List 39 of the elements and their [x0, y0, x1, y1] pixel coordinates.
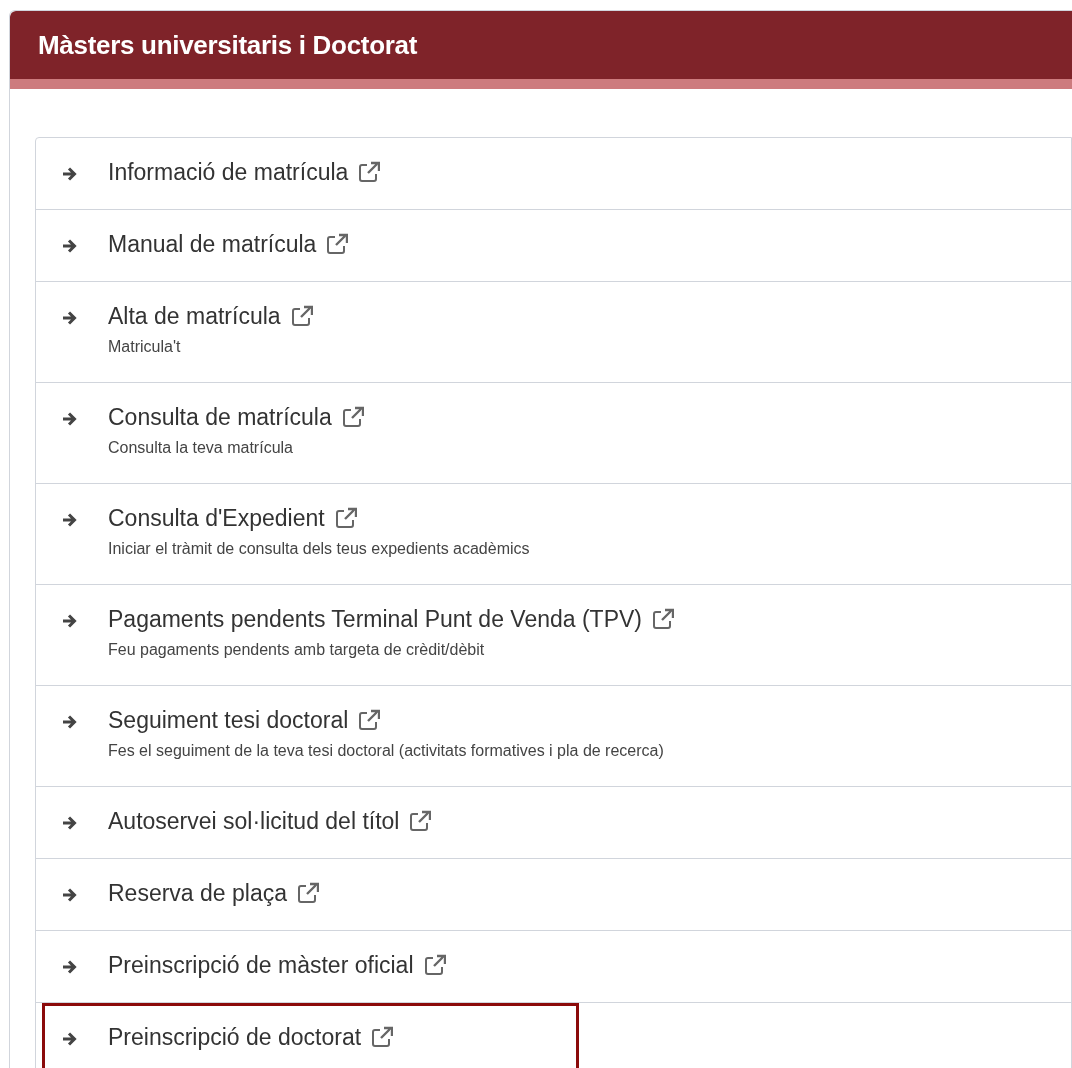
link-title[interactable]: Seguiment tesi doctoral	[108, 702, 349, 738]
external-link-icon	[326, 233, 349, 255]
arrow-right-icon	[61, 959, 79, 975]
arrow-right-icon	[61, 166, 79, 182]
external-link-icon	[409, 810, 432, 832]
external-link-icon	[371, 1026, 394, 1048]
arrow-right-icon	[61, 1031, 79, 1047]
external-link-icon	[334, 507, 357, 529]
panel-title: Màsters universitaris i Doctorat	[38, 28, 418, 62]
link-title[interactable]: Consulta de matrícula	[108, 399, 332, 435]
arrow-right-icon	[61, 411, 79, 427]
external-link-icon	[341, 406, 364, 428]
link-description: Feu pagaments pendents amb targeta de crèdit/dèbit	[108, 640, 486, 660]
link-description: Matricula't	[108, 337, 182, 357]
link-title[interactable]: Autoservei sol·licitud del títol	[108, 803, 400, 839]
external-link-icon	[423, 954, 446, 976]
external-link-icon	[358, 161, 381, 183]
arrow-right-icon	[61, 238, 79, 254]
arrow-right-icon	[61, 512, 79, 528]
link-title[interactable]: Informació de matrícula	[108, 154, 349, 190]
link-title[interactable]: Pagaments pendents Terminal Punt de Venda (TPV)	[108, 601, 642, 637]
link-title[interactable]: Consulta d'Expedient	[108, 500, 325, 536]
link-title[interactable]: Preinscripció de doctorat	[108, 1019, 362, 1055]
link-description: Consulta la teva matrícula	[108, 438, 294, 458]
external-link-icon	[652, 608, 674, 630]
external-link-icon	[358, 709, 381, 731]
arrow-right-icon	[61, 887, 79, 903]
external-link-icon	[290, 305, 313, 327]
external-link-icon	[297, 882, 319, 904]
link-description: Iniciar el tràmit de consulta dels teus expedients acadèmics	[108, 539, 530, 559]
link-description: Fes el seguiment de la teva tesi doctoral (activitats formatives i pla de recerca)	[108, 741, 664, 761]
link-title[interactable]: Preinscripció de màster oficial	[108, 947, 414, 983]
link-title[interactable]: Reserva de plaça	[108, 875, 287, 911]
arrow-right-icon	[61, 815, 79, 831]
arrow-right-icon	[61, 310, 79, 326]
arrow-right-icon	[61, 714, 79, 730]
link-title[interactable]: Alta de matrícula	[108, 298, 281, 334]
link-title[interactable]: Manual de matrícula	[108, 226, 317, 262]
arrow-right-icon	[61, 613, 79, 629]
